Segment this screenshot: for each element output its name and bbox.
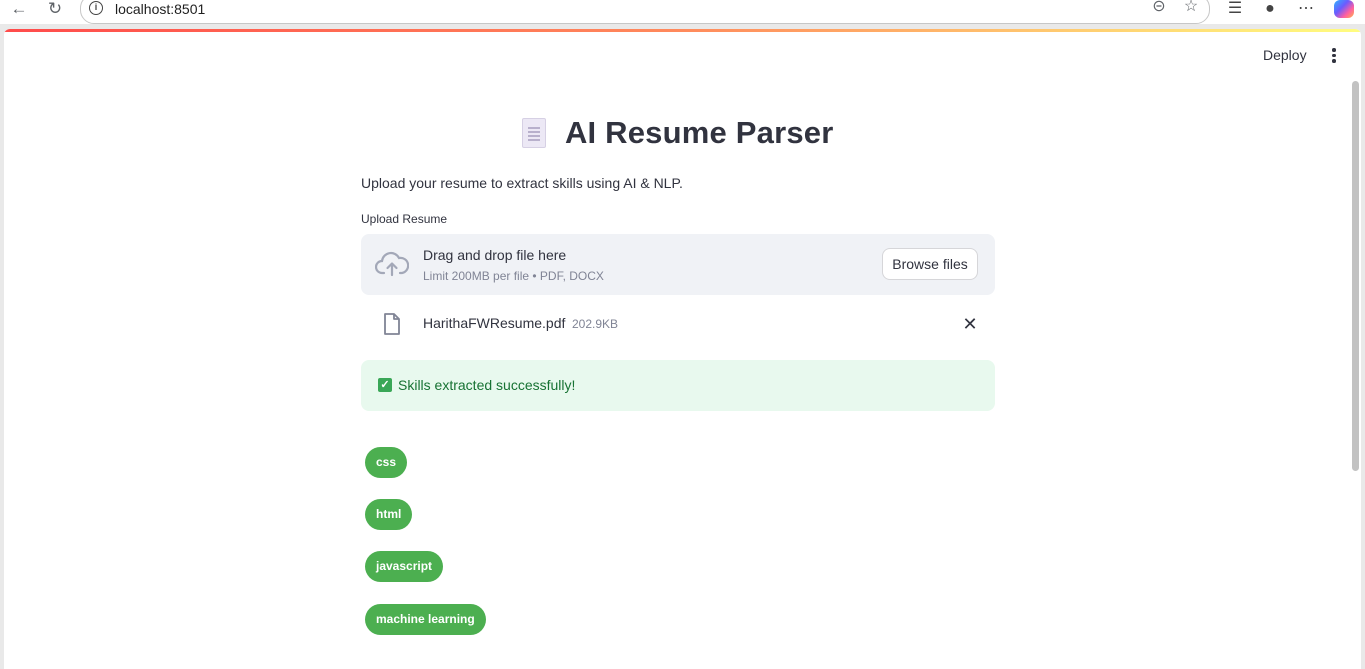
skill-chip: html [365, 499, 413, 530]
browse-files-button[interactable]: Browse files [882, 248, 978, 280]
skill-chip: css [365, 447, 408, 478]
main-menu-icon[interactable] [1326, 45, 1342, 65]
streamlit-app: Deploy AI Resume Parser Upload your resu… [4, 29, 1361, 669]
page-title: AI Resume Parser [564, 115, 834, 150]
more-menu-icon[interactable]: ⋯ [1293, 0, 1319, 20]
profile-icon[interactable]: ● [1257, 0, 1283, 20]
success-message: Skills extracted successfully! [398, 377, 576, 393]
page-subtitle: Upload your resume to extract skills usi… [361, 175, 683, 191]
uploaded-file-row: HarithaFWResume.pdf 202.9KB ✕ [361, 309, 995, 339]
address-bar[interactable]: i localhost:8501 ⊝ ☆ [80, 0, 1210, 24]
check-icon: ✓ [378, 378, 392, 392]
site-info-icon[interactable]: i [89, 1, 103, 15]
dropzone-limit: Limit 200MB per file • PDF, DOCX [423, 269, 604, 283]
favorite-star-icon[interactable]: ☆ [1181, 0, 1201, 18]
file-size: 202.9KB [572, 317, 619, 331]
skill-chip: javascript [365, 551, 444, 582]
file-icon [384, 313, 400, 335]
favorites-list-icon[interactable]: ☰ [1222, 0, 1248, 20]
title-row: AI Resume Parser [361, 115, 995, 151]
document-icon [522, 118, 547, 148]
success-alert: ✓ Skills extracted successfully! [361, 360, 995, 411]
file-name: HarithaFWResume.pdf [423, 315, 566, 331]
copilot-icon[interactable] [1334, 0, 1354, 18]
header-decoration [4, 29, 1361, 32]
back-icon[interactable]: ← [6, 0, 32, 20]
zoom-out-icon[interactable]: ⊝ [1149, 0, 1169, 18]
deploy-button[interactable]: Deploy [1263, 47, 1307, 63]
reload-icon[interactable]: ↻ [42, 0, 68, 20]
browser-toolbar: ← ↻ i localhost:8501 ⊝ ☆ ☰ ● ⋯ [0, 0, 1365, 24]
file-dropzone[interactable]: Drag and drop file here Limit 200MB per … [361, 234, 995, 295]
cloud-upload-icon [375, 251, 409, 277]
dropzone-title: Drag and drop file here [423, 247, 567, 263]
remove-file-close-icon[interactable]: ✕ [961, 315, 979, 333]
address-url[interactable]: localhost:8501 [115, 1, 205, 17]
upload-label: Upload Resume [361, 212, 448, 226]
scrollbar[interactable] [1352, 81, 1359, 471]
skill-chip: machine learning [365, 604, 486, 635]
